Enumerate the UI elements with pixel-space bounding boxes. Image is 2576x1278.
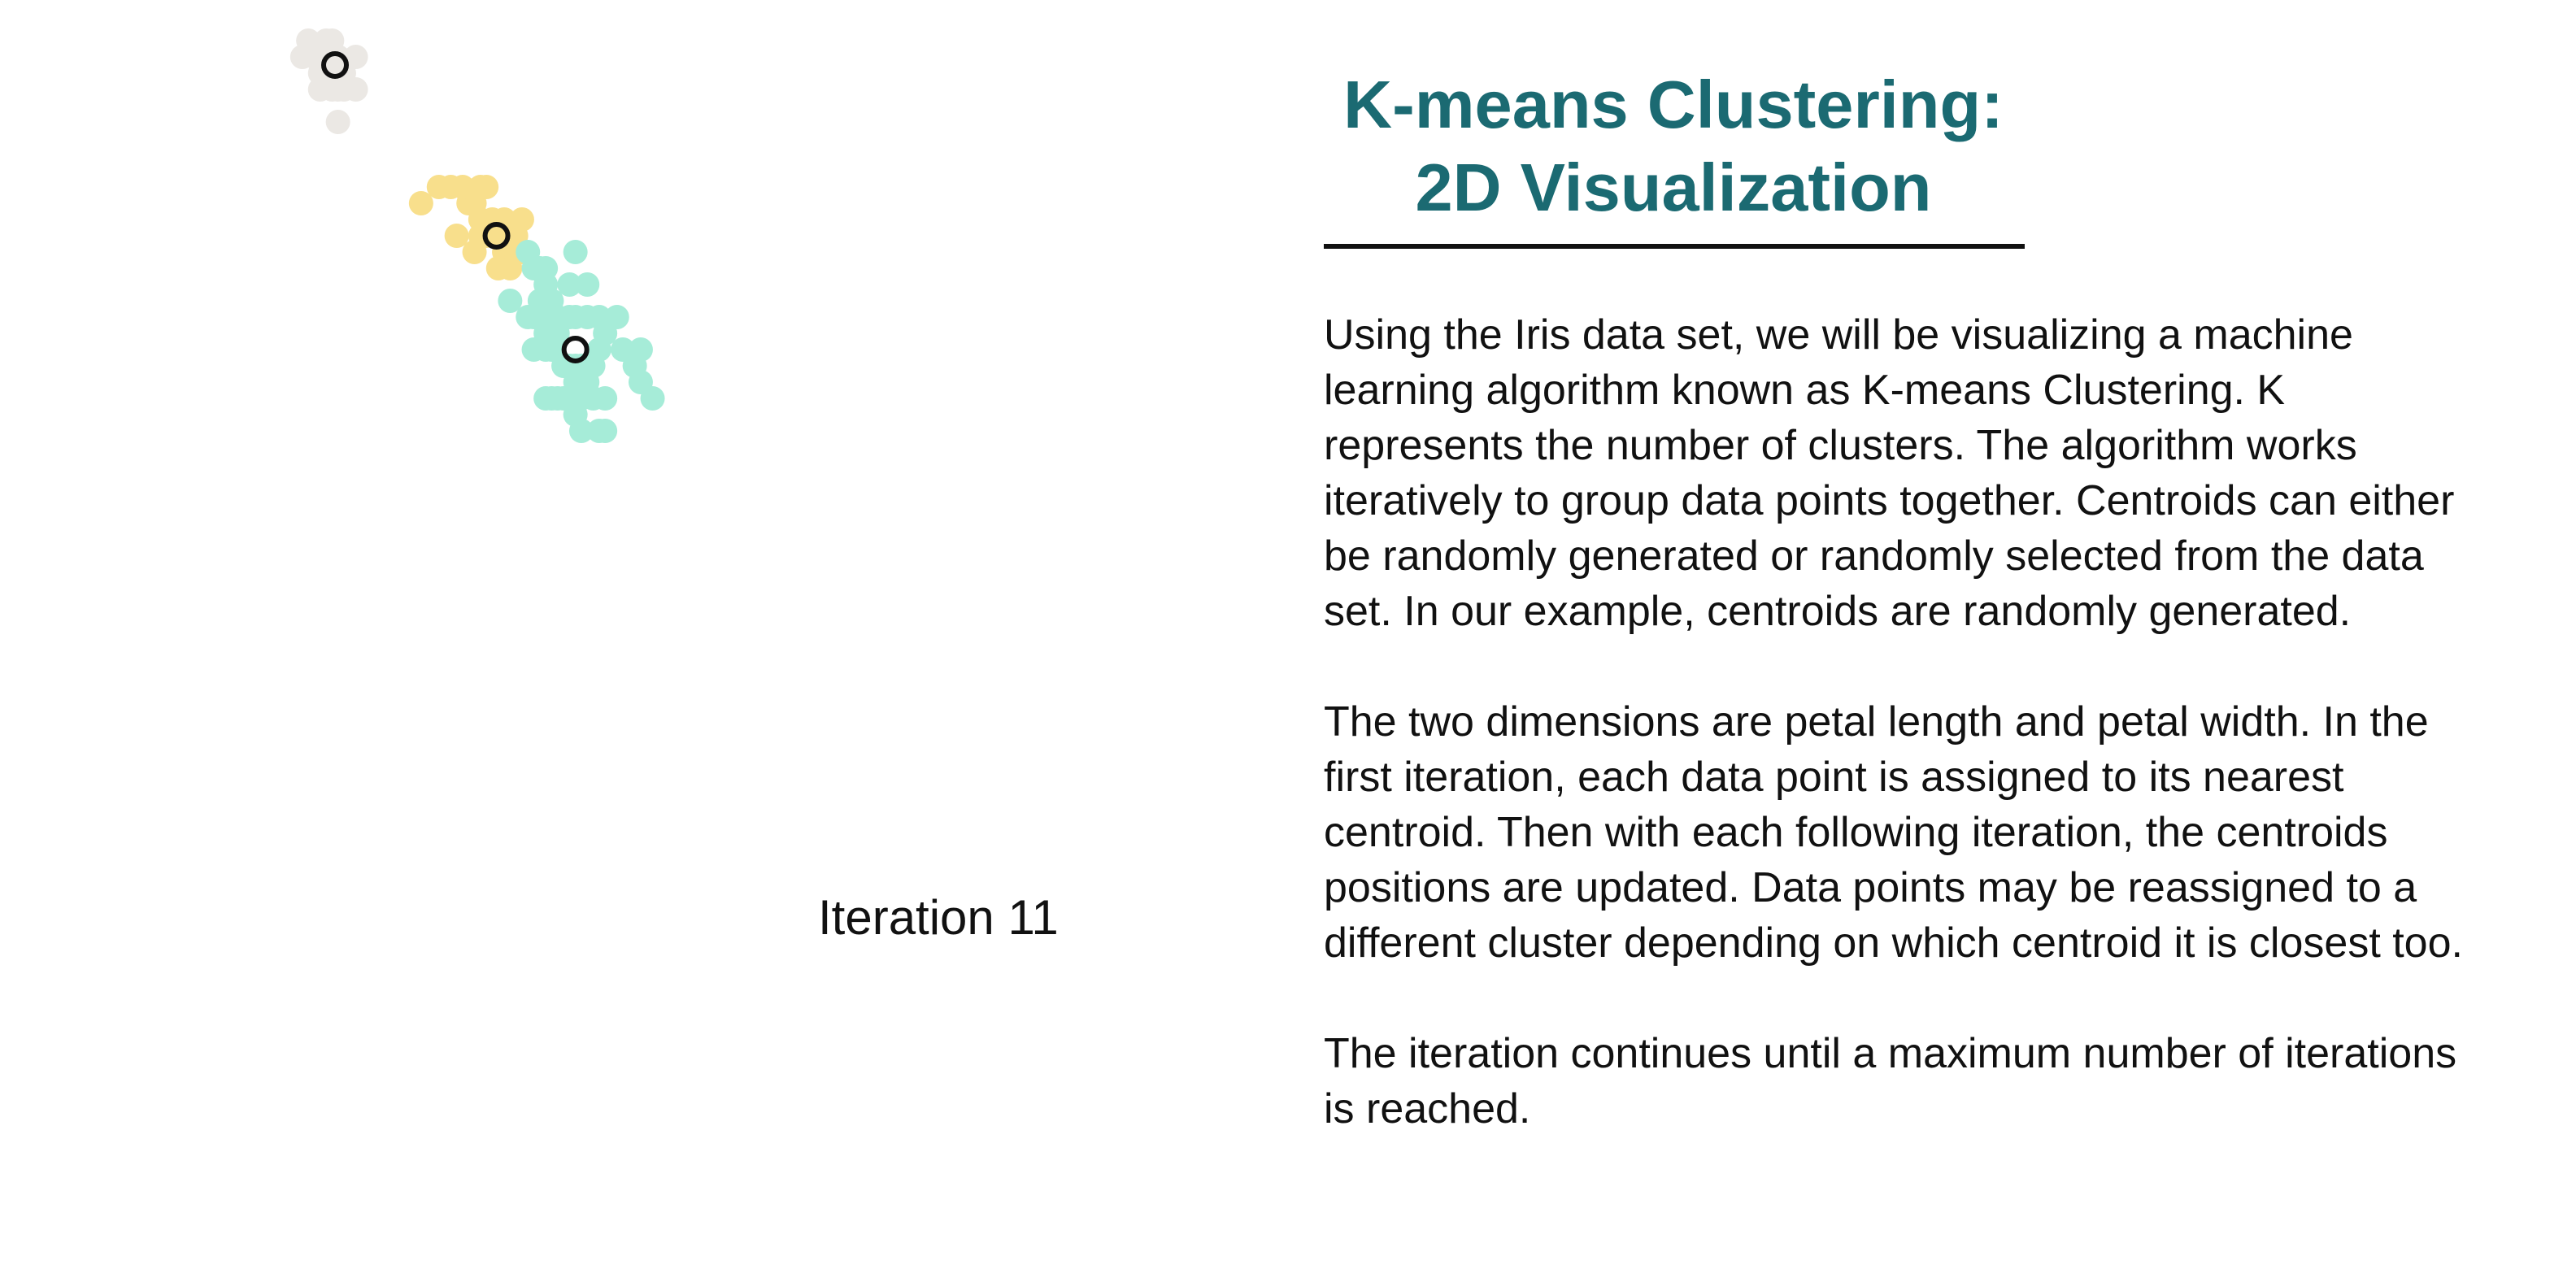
data-point-cluster-3-36: [593, 386, 618, 411]
data-point-cluster-3-46: [521, 337, 546, 362]
data-point-cluster-3-37: [593, 419, 618, 443]
data-point-cluster-3-45: [527, 256, 552, 280]
data-point-cluster-3-49: [539, 289, 564, 313]
data-point-cluster-3-3: [498, 289, 523, 313]
data-point-cluster-2-24: [450, 175, 475, 199]
data-point-cluster-1-19: [314, 28, 339, 53]
description-paragraph-2: The two dimensions are petal length and …: [1324, 698, 2463, 967]
scatter-plot: [289, 28, 665, 443]
description-paragraph-1: Using the Iris data set, we will be visu…: [1324, 311, 2455, 635]
data-point-cluster-3-20: [563, 240, 588, 264]
data-point-cluster-1-20: [325, 77, 350, 102]
title-line-2: 2D Visualization: [1415, 150, 1932, 225]
title-underline: [1324, 244, 2025, 249]
page-title: K-means Clustering: 2D Visualization: [1324, 63, 2023, 229]
title-line-1: K-means Clustering:: [1343, 67, 2004, 142]
data-point-cluster-2-25: [485, 256, 511, 280]
data-point-cluster-3-38: [604, 305, 629, 329]
info-panel: K-means Clustering: 2D Visualization Usi…: [1324, 63, 2478, 1137]
data-point-cluster-3-43: [640, 386, 665, 411]
data-point-cluster-1-17: [325, 110, 350, 134]
iteration-label: Iteration 11: [818, 890, 1059, 945]
data-point-cluster-2-11: [474, 175, 499, 199]
description-paragraph-3: The iteration continues until a maximum …: [1324, 1030, 2457, 1132]
data-points-layer: [289, 28, 665, 443]
data-point-cluster-3-50: [586, 337, 611, 362]
data-point-cluster-3-41: [628, 337, 653, 362]
